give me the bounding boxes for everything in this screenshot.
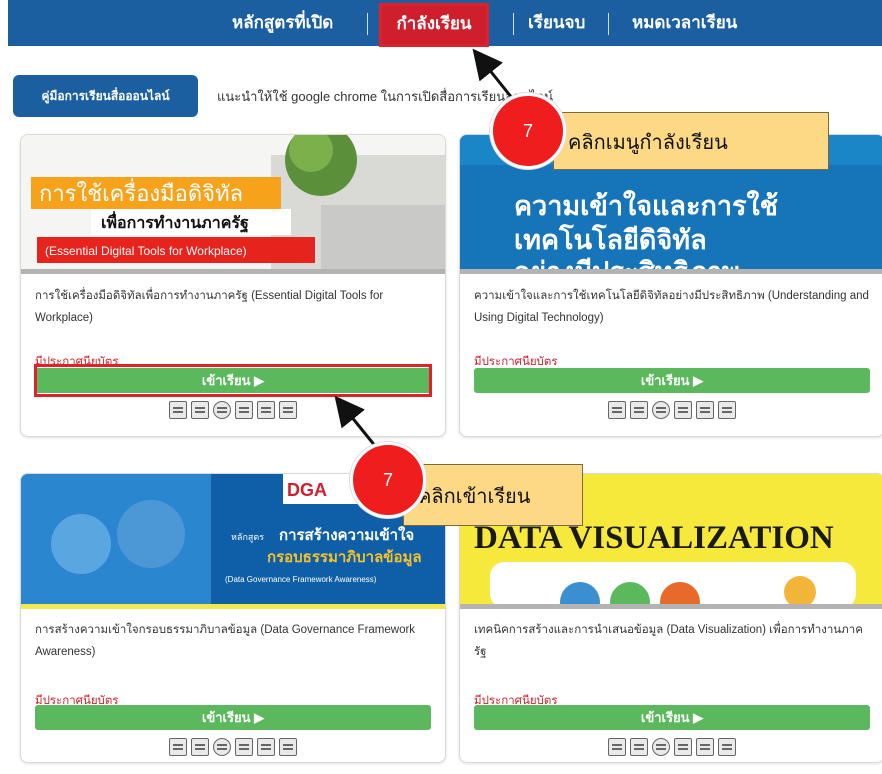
step-number-badge: 7 [490, 93, 566, 169]
callout-label: คลิกเมนูกำลังเรียน [553, 112, 829, 170]
callout-label: คลิกเข้าเรียน [403, 464, 583, 526]
step-number-badge: 7 [350, 442, 426, 518]
